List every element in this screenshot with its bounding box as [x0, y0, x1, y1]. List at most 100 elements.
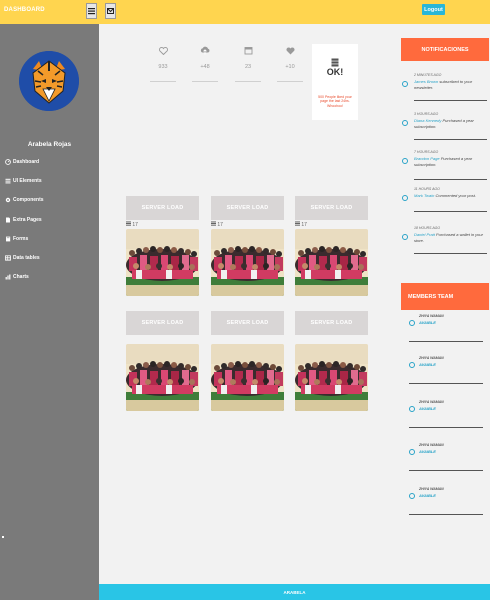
list-icon: [88, 7, 95, 15]
book-icon: [5, 236, 11, 242]
notification-name[interactable]: Diana Kennedy: [414, 118, 441, 123]
ok-card: OK! 500 People liked your page the last …: [312, 44, 358, 120]
sidebar-item-forms[interactable]: Forms: [5, 229, 97, 248]
crowd-photo: [211, 344, 284, 411]
sidebar-item-ui-elements[interactable]: UI Elements: [5, 171, 97, 190]
stat-uploads: +48: [192, 46, 218, 82]
server-load-button[interactable]: SERVER LOAD: [211, 311, 284, 335]
server-load-button[interactable]: SERVER LOAD: [126, 196, 199, 220]
member-name: ZHIYA WAMAN: [419, 487, 444, 491]
notification-item[interactable]: 3 HOURS AGO Diana Kennedy Purchased a ye…: [401, 112, 489, 140]
list-icon: [126, 221, 131, 228]
sidebar-item-data-tables[interactable]: Data tables: [5, 248, 97, 267]
notification-time: 7 HOURS AGO: [414, 150, 439, 154]
file-icon: [5, 217, 11, 223]
member-name: ZHIYA WAMAN: [419, 443, 444, 447]
status-icon: [409, 362, 415, 368]
sidebar-item-dashboard[interactable]: Dashboard: [5, 152, 97, 171]
stat-value: +10: [285, 64, 295, 70]
stat-value: 933: [158, 64, 168, 70]
notification-time: 11 HOURS AGO: [414, 187, 440, 191]
server-card: SERVER LOAD 17: [295, 196, 368, 296]
sidebar-item-label: UI Elements: [13, 177, 42, 184]
server-card: SERVER LOAD 17: [211, 196, 284, 296]
member-status: AVAIBLE: [419, 406, 436, 411]
envelope-icon: [107, 7, 114, 15]
clock-icon: [402, 195, 408, 201]
ok-title: OK!: [326, 67, 344, 77]
sidebar-nav: Dashboard UI Elements Components Extra P…: [5, 152, 97, 287]
sidebar-item-label: Forms: [13, 235, 29, 242]
server-icon: [331, 54, 339, 67]
member-item[interactable]: ZHIYA WAMAN AVAIBLE: [401, 314, 489, 342]
notification-time: 3 HOURS AGO: [414, 112, 439, 116]
clock-icon: [402, 120, 408, 126]
ok-text: 500 People liked your page the last 24hs…: [318, 95, 352, 108]
server-card: SERVER LOAD: [126, 311, 199, 411]
stat-events: 23: [235, 46, 261, 82]
notification-name[interactable]: Brandon Page: [414, 156, 440, 161]
server-card: SERVER LOAD: [295, 311, 368, 411]
notification-name[interactable]: Daniel Pratt: [414, 232, 435, 237]
avatar: [19, 51, 79, 111]
member-name: ZHIYA WAMAN: [419, 400, 444, 404]
sidebar-item-label: Data tables: [13, 255, 40, 262]
tiger-icon: [19, 51, 79, 111]
sidebar-item-charts[interactable]: Charts: [5, 268, 97, 287]
member-name: ZHIYA WAMAN: [419, 314, 444, 318]
gear-icon: [5, 197, 11, 203]
card-count: 17: [132, 221, 138, 228]
footer: ARABELA: [99, 584, 490, 600]
notification-item[interactable]: 7 HOURS AGO Brandon Page Purchased a yea…: [401, 150, 489, 180]
notification-time: 18 HOURS AGO: [414, 226, 441, 230]
member-item[interactable]: ZHIYA WAMAN AVAIBLE: [401, 487, 489, 515]
status-icon: [409, 320, 415, 326]
notification-text: Commented your post.: [434, 193, 476, 198]
footer-text: ARABELA: [283, 589, 306, 595]
member-item[interactable]: ZHIYA WAMAN AVAIBLE: [401, 356, 489, 384]
server-load-button[interactable]: SERVER LOAD: [295, 311, 368, 335]
menu-toggle-button[interactable]: [86, 3, 97, 19]
table-icon: [5, 255, 11, 261]
stat-likes: 933: [150, 46, 176, 82]
member-status: AVAIBLE: [419, 362, 436, 367]
notification-item[interactable]: 11 HOURS AGO Mark Twain Commented your p…: [401, 187, 489, 212]
member-name: ZHIYA WAMAN: [419, 356, 444, 360]
member-item[interactable]: ZHIYA WAMAN AVAIBLE: [401, 443, 489, 471]
sidebar-item-label: Components: [13, 197, 44, 204]
member-status: AVAIBLE: [419, 320, 436, 325]
dashboard-icon: [5, 158, 11, 165]
card-count: 17: [301, 221, 307, 228]
mail-button[interactable]: [105, 3, 116, 19]
brand-title: DASHBOARD: [4, 7, 45, 13]
crowd-photo: [126, 229, 199, 296]
server-load-button[interactable]: SERVER LOAD: [211, 196, 284, 220]
crowd-photo: [295, 229, 368, 296]
sidebar-item-extra-pages[interactable]: Extra Pages: [5, 210, 97, 229]
clock-icon: [402, 158, 408, 164]
crowd-photo: [295, 344, 368, 411]
logout-button[interactable]: Logout: [422, 4, 445, 15]
notification-name[interactable]: James Brown: [414, 79, 438, 84]
notification-item[interactable]: 2 MINUTES AGO James Brown subscribed to …: [401, 73, 489, 101]
notification-time: 2 MINUTES AGO: [414, 73, 442, 77]
status-icon: [409, 449, 415, 455]
notification-name[interactable]: Mark Twain: [414, 193, 434, 198]
stat-value: +48: [200, 64, 210, 70]
card-count: 17: [217, 221, 223, 228]
heart-icon: [285, 42, 295, 60]
chart-icon: [5, 274, 11, 280]
sidebar-item-components[interactable]: Components: [5, 191, 97, 210]
member-item[interactable]: ZHIYA WAMAN AVAIBLE: [401, 400, 489, 428]
sidebar-item-label: Dashboard: [13, 158, 40, 165]
member-status: AVAIBLE: [419, 449, 436, 454]
heart-icon: [158, 42, 168, 60]
notifications-header: NOTIFICACIONES: [401, 38, 489, 61]
stat-favorites: +10: [277, 46, 303, 82]
status-icon: [409, 406, 415, 412]
notification-item[interactable]: 18 HOURS AGO Daniel Pratt Purchased a wa…: [401, 226, 489, 254]
server-load-button[interactable]: SERVER LOAD: [126, 311, 199, 335]
server-load-button[interactable]: SERVER LOAD: [295, 196, 368, 220]
status-icon: [409, 493, 415, 499]
list-icon: [5, 178, 11, 184]
